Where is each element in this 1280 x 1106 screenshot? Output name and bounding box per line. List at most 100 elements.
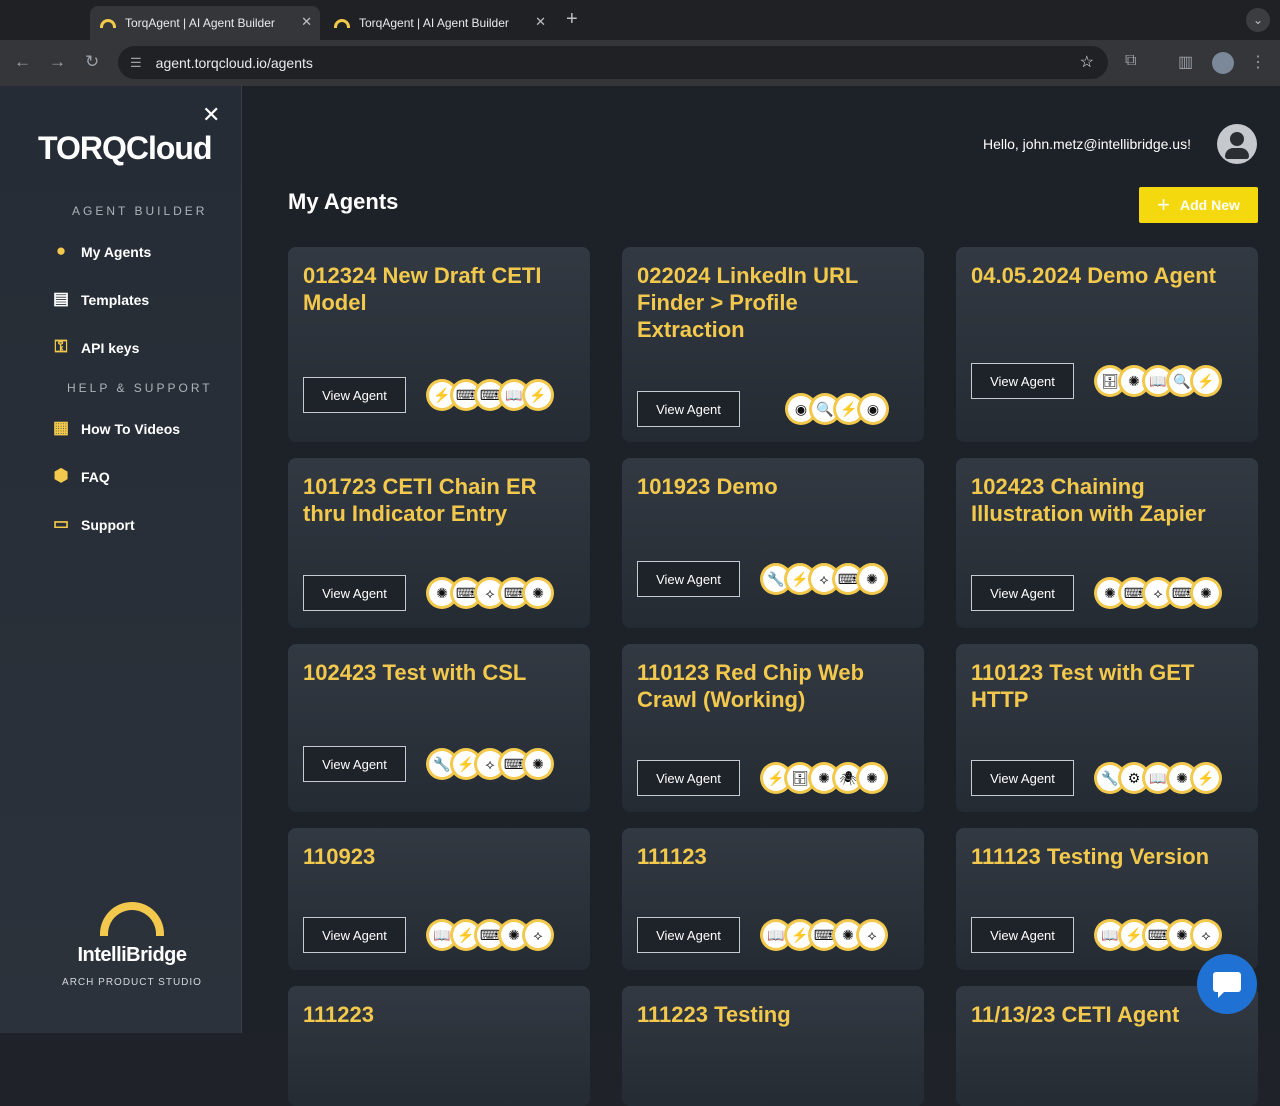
template-icon: ▤ [52, 289, 70, 308]
tool-glyph-icon: ✺ [525, 751, 551, 777]
agent-title: 111123 Testing Version [971, 844, 1210, 869]
agent-card: 101923 Demo View Agent 🔧 ⚡ ⟡ ⌨ ✺ [622, 458, 924, 628]
agent-card: 111223 [288, 986, 590, 1106]
agent-title: 11/13/23 CETI Agent [971, 1002, 1180, 1027]
view-agent-button[interactable]: View Agent [637, 917, 740, 953]
view-agent-button[interactable]: View Agent [303, 575, 406, 611]
reload-icon[interactable]: ↻ [85, 52, 99, 72]
torq-favicon-icon [334, 18, 350, 28]
view-agent-button[interactable]: View Agent [637, 391, 740, 427]
sidebar-item-label: Templates [81, 292, 150, 308]
back-icon[interactable]: ← [14, 52, 31, 72]
tool-icon: ⚡ [1190, 762, 1222, 794]
agent-card: 012324 New Draft CETI Model View Agent ⚡ ⌨ ⌨… [288, 247, 590, 442]
brand-tagline: ARCH PRODUCT STUDIO [62, 977, 202, 988]
tab-search-icon[interactable]: ⌄ [1246, 8, 1270, 32]
view-agent-button[interactable]: View Agent [971, 575, 1074, 611]
tool-glyph-icon: ✺ [859, 566, 885, 592]
side-panel-icon[interactable]: ▥ [1178, 52, 1193, 72]
sidebar: ✕ TORQCloud AGENT BUILDER ● My Agents ▤ … [0, 86, 242, 1033]
agent-title: 111223 Testing [637, 1002, 791, 1027]
agent-card: 110123 Red Chip Web Crawl (Working) View … [622, 644, 924, 812]
sidebar-item-templates[interactable]: ▤ Templates [50, 289, 149, 311]
agent-tools: 📖 ⚡ ⌨ ✺ ⟡ [426, 919, 554, 951]
view-agent-button[interactable]: View Agent [637, 760, 740, 796]
tool-glyph-icon: ✺ [859, 765, 885, 791]
view-agent-button[interactable]: View Agent [971, 760, 1074, 796]
sidebar-item-label: FAQ [81, 469, 110, 485]
sidebar-item-my-agents[interactable]: ● My Agents [50, 241, 151, 263]
view-agent-button[interactable]: View Agent [971, 917, 1074, 953]
tool-glyph-icon: ✺ [1193, 580, 1219, 606]
main-content: Hello, john.metz@intellibridge.us! My Ag… [242, 86, 1280, 1106]
forward-icon[interactable]: → [49, 52, 66, 72]
view-agent-button[interactable]: View Agent [303, 377, 406, 413]
agent-title: 012324 New Draft CETI Model [303, 263, 542, 315]
agent-tools: 🔧 ⚡ ⟡ ⌨ ✺ [760, 563, 888, 595]
torqcloud-logo: TORQCloud [38, 130, 212, 166]
agent-title: 04.05.2024 Demo Agent [971, 263, 1216, 288]
url-text: agent.torqcloud.io/agents [155, 54, 313, 71]
extensions-icon[interactable]: ⧉ [1125, 52, 1136, 70]
agent-card: 102423 Chaining Illustration with Zapier… [956, 458, 1258, 628]
tab-close-icon[interactable]: ✕ [301, 14, 312, 30]
sidebar-item-support[interactable]: ▭ Support [50, 514, 135, 536]
sidebar-item-faq[interactable]: ⬢ FAQ [50, 466, 110, 488]
new-tab-icon[interactable]: + [566, 8, 578, 31]
agent-card: 110923 View Agent 📖 ⚡ ⌨ ✺ ⟡ [288, 828, 590, 970]
page-title: My Agents [288, 189, 399, 214]
browser-tab[interactable]: TorqAgent | AI Agent Builder ✕ [324, 6, 554, 40]
agent-card: 022024 LinkedIn URL Finder > Profile Ext… [622, 247, 924, 442]
sidebar-item-label: API keys [81, 340, 140, 356]
view-agent-button[interactable]: View Agent [637, 561, 740, 597]
plus-icon: + [1157, 192, 1170, 217]
agent-title: 110123 Red Chip Web Crawl (Working) [637, 660, 865, 712]
sidebar-item-how-to-videos[interactable]: ▦ How To Videos [50, 418, 180, 440]
tool-icon: ✺ [856, 563, 888, 595]
agent-card: 111123 View Agent 📖 ⚡ ⌨ ✺ ⟡ [622, 828, 924, 970]
tool-icon: ✺ [522, 577, 554, 609]
agent-title: 102423 Chaining Illustration with Zapier [971, 474, 1206, 526]
sidebar-item-label: How To Videos [81, 421, 181, 437]
agent-title: 101723 CETI Chain ER thru Indicator Entr… [303, 474, 537, 526]
tool-icon: ⟡ [1190, 919, 1222, 951]
sidebar-item-label: Support [81, 517, 135, 533]
agent-tools: 🗄 ✺ 📖 🔍 ⚡ [1094, 365, 1222, 397]
agent-title: 111123 [637, 844, 707, 869]
view-agent-button[interactable]: View Agent [971, 363, 1074, 399]
tool-glyph-icon: ⟡ [1193, 922, 1219, 948]
key-icon: ⚿ [54, 337, 68, 356]
tool-glyph-icon: ⟡ [859, 922, 885, 948]
agent-card: 110123 Test with GET HTTP View Agent 🔧 ⚙ 📖 ✺ ⚡ [956, 644, 1258, 812]
agent-tools: 🔧 ⚡ ⟡ ⌨ ✺ [426, 748, 554, 780]
view-agent-button[interactable]: View Agent [303, 746, 406, 782]
close-sidebar-icon[interactable]: ✕ [202, 102, 220, 128]
chat-widget-icon[interactable] [1197, 954, 1257, 1014]
agent-tools: 🔧 ⚙ 📖 ✺ ⚡ [1094, 762, 1222, 794]
agent-tools: ✺ ⌨ ⟡ ⌨ ✺ [426, 577, 554, 609]
view-agent-button[interactable]: View Agent [303, 917, 406, 953]
tool-icon: ⚡ [522, 379, 554, 411]
tool-icon: ✺ [856, 762, 888, 794]
tab-close-icon[interactable]: ✕ [535, 14, 546, 30]
tool-icon: ⟡ [856, 919, 888, 951]
user-avatar[interactable] [1217, 124, 1257, 164]
message-icon: ▭ [52, 514, 70, 533]
agent-title: 101923 Demo [637, 474, 778, 499]
menu-icon[interactable]: ⋮ [1250, 52, 1266, 72]
tool-glyph-icon: ⚡ [1193, 368, 1219, 394]
bookmark-star-icon[interactable]: ☆ [1080, 52, 1094, 72]
agent-title: 022024 LinkedIn URL Finder > Profile Ext… [637, 263, 858, 342]
add-new-button[interactable]: + Add New [1139, 187, 1258, 223]
agent-card: 04.05.2024 Demo Agent View Agent 🗄 ✺ 📖 🔍 ⚡ [956, 247, 1258, 442]
question-icon: ⬢ [53, 466, 69, 485]
profile-avatar[interactable] [1212, 52, 1234, 74]
user-greeting: Hello, john.metz@intellibridge.us! [983, 136, 1191, 152]
address-bar[interactable]: ☰ agent.torqcloud.io/agents ☆ [118, 46, 1108, 79]
intellibridge-logo: IntelliBridge ARCH PRODUCT STUDIO [60, 902, 204, 988]
tool-icon: ⟡ [522, 919, 554, 951]
browser-tab-active[interactable]: TorqAgent | AI Agent Builder ✕ [90, 6, 320, 40]
site-info-icon[interactable]: ☰ [130, 55, 142, 71]
sidebar-item-api-keys[interactable]: ⚿ API keys [50, 337, 140, 359]
tool-glyph-icon: ⟡ [525, 922, 551, 948]
